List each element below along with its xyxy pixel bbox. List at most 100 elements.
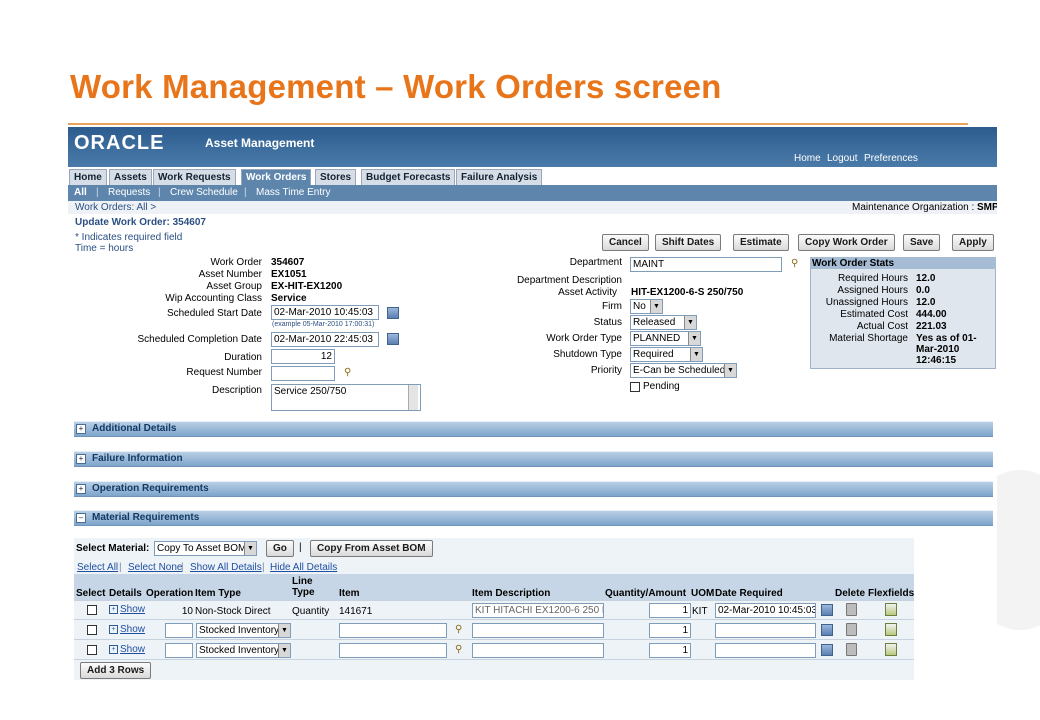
select-material-dropdown[interactable]: Copy To Asset BOM ▼ bbox=[154, 541, 257, 556]
row-show-details-link[interactable]: + Show bbox=[109, 604, 145, 615]
copy-work-order-button[interactable]: Copy Work Order bbox=[798, 234, 895, 251]
copy-from-bom-button[interactable]: Copy From Asset BOM bbox=[310, 540, 433, 557]
duration-input[interactable]: 12 bbox=[271, 349, 335, 364]
stat-value: 12.0 bbox=[916, 273, 936, 284]
sched-completion-input[interactable]: 02-Mar-2010 22:45:03 bbox=[271, 332, 379, 347]
apply-button[interactable]: Apply bbox=[952, 234, 994, 251]
subtab-mass-time-entry[interactable]: Mass Time Entry bbox=[256, 187, 330, 198]
time-note: Time = hours bbox=[75, 243, 134, 254]
row-item-description[interactable]: KIT HITACHI EX1200-6 250 HO bbox=[472, 603, 604, 618]
row-operation-input[interactable] bbox=[165, 643, 193, 658]
section-material-requirements[interactable]: – Material Requirements bbox=[74, 510, 993, 526]
section-failure-information[interactable]: + Failure Information bbox=[74, 451, 993, 467]
delete-icon[interactable] bbox=[846, 623, 857, 636]
row-uom: KIT bbox=[692, 606, 708, 617]
row-operation-input[interactable] bbox=[165, 623, 193, 638]
search-icon[interactable]: ⚲ bbox=[791, 258, 802, 269]
row-item-type: Non-Stock Direct bbox=[195, 606, 271, 617]
section-additional-details[interactable]: + Additional Details bbox=[74, 421, 993, 437]
tab-assets[interactable]: Assets bbox=[109, 169, 152, 185]
calendar-icon[interactable] bbox=[387, 333, 399, 345]
global-link-logout[interactable]: Logout bbox=[827, 153, 858, 164]
status-select[interactable]: Released ▼ bbox=[630, 315, 697, 330]
row-select-checkbox[interactable] bbox=[87, 625, 97, 635]
request-number-input[interactable] bbox=[271, 366, 335, 381]
calendar-icon[interactable] bbox=[821, 644, 833, 656]
go-button[interactable]: Go bbox=[266, 540, 294, 557]
add-3-rows-button[interactable]: Add 3 Rows bbox=[80, 662, 152, 679]
calendar-icon[interactable] bbox=[821, 624, 833, 636]
row-date-required-input[interactable] bbox=[715, 643, 816, 658]
expand-icon: + bbox=[109, 644, 118, 654]
select-none-link[interactable]: Select None bbox=[128, 562, 182, 573]
row-item-type-select[interactable]: Stocked Inventory ▼ bbox=[196, 623, 291, 638]
wo-type-select[interactable]: PLANNED ▼ bbox=[630, 331, 701, 346]
global-link-home[interactable]: Home bbox=[794, 153, 821, 164]
row-quantity-input[interactable]: 1 bbox=[649, 623, 691, 638]
subtab-crew-schedule[interactable]: Crew Schedule bbox=[170, 187, 238, 198]
tab-home[interactable]: Home bbox=[69, 169, 107, 185]
row-item-type-select[interactable]: Stocked Inventory ▼ bbox=[196, 643, 291, 658]
subtab-all[interactable]: All bbox=[74, 187, 87, 198]
row-item-description-input[interactable] bbox=[472, 623, 604, 638]
row-quantity-input[interactable]: 1 bbox=[649, 643, 691, 658]
stat-value-line: 12:46:15 bbox=[916, 355, 957, 366]
column-header: Details bbox=[109, 588, 142, 599]
row-select-checkbox[interactable] bbox=[87, 645, 97, 655]
row-item: 141671 bbox=[339, 606, 373, 617]
search-icon[interactable]: ⚲ bbox=[344, 367, 355, 378]
pending-checkbox[interactable] bbox=[630, 382, 640, 392]
chevron-down-icon: ▼ bbox=[724, 364, 736, 377]
stat-label: Unassigned Hours bbox=[825, 297, 908, 308]
show-link-label: Show bbox=[120, 644, 146, 655]
flexfields-icon[interactable] bbox=[885, 603, 897, 616]
row-show-details-link[interactable]: + Show bbox=[109, 644, 145, 655]
global-link-preferences[interactable]: Preferences bbox=[864, 153, 918, 164]
row-quantity-input[interactable]: 1 bbox=[649, 603, 691, 618]
row-item-input[interactable] bbox=[339, 643, 447, 658]
flexfields-icon[interactable] bbox=[885, 623, 897, 636]
section-operation-requirements[interactable]: + Operation Requirements bbox=[74, 481, 993, 497]
tab-budget-forecasts[interactable]: Budget Forecasts bbox=[361, 169, 456, 185]
calendar-icon[interactable] bbox=[387, 307, 399, 319]
tab-failure-analysis[interactable]: Failure Analysis bbox=[456, 169, 543, 185]
row-item-input[interactable] bbox=[339, 623, 447, 638]
tab-stores[interactable]: Stores bbox=[315, 169, 357, 185]
row-date-required-input[interactable] bbox=[715, 623, 816, 638]
delete-icon[interactable] bbox=[846, 643, 857, 656]
show-all-details-link[interactable]: Show All Details bbox=[190, 562, 262, 573]
cancel-button[interactable]: Cancel bbox=[602, 234, 649, 251]
search-icon[interactable]: ⚲ bbox=[455, 644, 466, 655]
tab-work-requests[interactable]: Work Requests bbox=[153, 169, 236, 185]
tab-work-orders[interactable]: Work Orders bbox=[241, 169, 312, 185]
sched-start-input[interactable]: 02-Mar-2010 10:45:03 bbox=[271, 305, 379, 320]
row-date-required-input[interactable]: 02-Mar-2010 10:45:03 bbox=[715, 603, 816, 618]
delete-icon[interactable] bbox=[846, 603, 857, 616]
select-all-link[interactable]: Select All bbox=[77, 562, 118, 573]
breadcrumb[interactable]: Work Orders: All > bbox=[75, 202, 156, 213]
maintenance-org-value: SMP bbox=[977, 202, 997, 213]
shutdown-select[interactable]: Required ▼ bbox=[630, 347, 703, 362]
stat-value: 221.03 bbox=[916, 321, 947, 332]
column-header: Operation bbox=[146, 588, 194, 599]
flexfields-icon[interactable] bbox=[885, 643, 897, 656]
column-header: Flexfields bbox=[868, 588, 915, 599]
row-item-description-input[interactable] bbox=[472, 643, 604, 658]
chevron-down-icon: ▼ bbox=[684, 316, 696, 329]
hide-all-details-link[interactable]: Hide All Details bbox=[270, 562, 337, 573]
search-icon[interactable]: ⚲ bbox=[455, 624, 466, 635]
shift-dates-button[interactable]: Shift Dates bbox=[655, 234, 722, 251]
description-textarea[interactable]: Service 250/750 bbox=[271, 384, 421, 411]
column-header: Item Type bbox=[195, 588, 241, 599]
subtab-requests[interactable]: Requests bbox=[108, 187, 150, 198]
row-select-checkbox[interactable] bbox=[87, 605, 97, 615]
priority-select[interactable]: E-Can be Scheduled ▼ bbox=[630, 363, 737, 378]
estimate-button[interactable]: Estimate bbox=[733, 234, 789, 251]
show-link-label: Show bbox=[120, 604, 146, 615]
calendar-icon[interactable] bbox=[821, 604, 833, 616]
save-button[interactable]: Save bbox=[903, 234, 941, 251]
department-input[interactable]: MAINT bbox=[630, 257, 782, 272]
row-show-details-link[interactable]: + Show bbox=[109, 624, 145, 635]
firm-select[interactable]: No ▼ bbox=[630, 299, 663, 314]
textarea-scrollbar[interactable] bbox=[408, 385, 418, 410]
